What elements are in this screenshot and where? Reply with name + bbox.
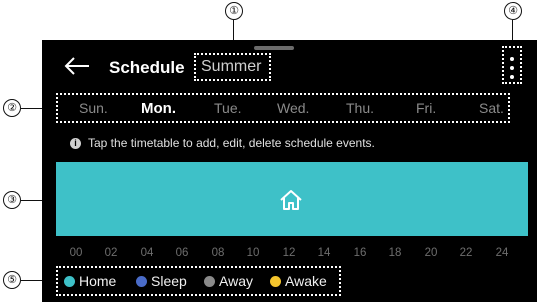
callout-4: ④ xyxy=(504,2,522,20)
legend-label: Sleep xyxy=(151,273,187,289)
tab-mon[interactable]: Mon. xyxy=(141,100,176,117)
hour-label: 12 xyxy=(282,247,296,259)
hour-label: 20 xyxy=(424,247,438,259)
tab-sat[interactable]: Sat. xyxy=(479,100,504,116)
callout-1: ① xyxy=(225,2,243,20)
home-icon xyxy=(280,190,302,210)
legend-dot xyxy=(64,276,75,287)
legend-label: Awake xyxy=(285,273,327,289)
info-message: Tap the timetable to add, edit, delete s… xyxy=(88,136,375,150)
callout-5: ⑤ xyxy=(3,271,21,289)
timetable-home-event[interactable] xyxy=(56,162,528,236)
tab-wed[interactable]: Wed. xyxy=(277,100,309,116)
back-arrow-icon[interactable] xyxy=(63,56,91,76)
hour-label: 04 xyxy=(140,247,154,259)
more-options-icon[interactable] xyxy=(505,55,519,81)
legend-label: Away xyxy=(219,273,253,289)
tab-thu[interactable]: Thu. xyxy=(346,100,374,116)
tab-sun[interactable]: Sun. xyxy=(79,100,108,116)
legend-dot xyxy=(136,276,147,287)
hour-label: 02 xyxy=(104,247,118,259)
hour-label: 16 xyxy=(353,247,367,259)
callout-2: ② xyxy=(3,99,21,117)
schedule-name[interactable]: Summer xyxy=(201,58,261,76)
tab-fri[interactable]: Fri. xyxy=(416,100,436,116)
tab-tue[interactable]: Tue. xyxy=(214,100,242,116)
hour-label: 08 xyxy=(211,247,225,259)
page-title: Schedule xyxy=(109,58,185,77)
hour-label: 22 xyxy=(459,247,473,259)
hour-label: 18 xyxy=(388,247,402,259)
drag-handle[interactable] xyxy=(254,46,294,50)
legend-label: Home xyxy=(79,273,117,289)
hour-label: 24 xyxy=(495,247,509,259)
callout-3: ③ xyxy=(3,191,21,209)
hour-label: 14 xyxy=(317,247,331,259)
legend-dot xyxy=(204,276,215,287)
legend-dot xyxy=(270,276,281,287)
hour-label: 06 xyxy=(175,247,189,259)
info-icon: i xyxy=(70,138,81,149)
hour-label: 00 xyxy=(69,247,83,259)
hour-label: 10 xyxy=(246,247,260,259)
